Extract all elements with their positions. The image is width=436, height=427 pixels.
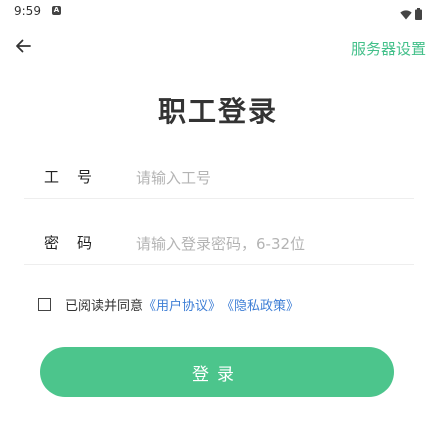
password-label: 密码: [44, 234, 111, 252]
status-bar: 9:59 A: [0, 0, 436, 24]
top-bar: 服务器设置: [0, 30, 436, 66]
status-icons: [400, 5, 422, 24]
agreement-row: 已阅读并同意 《用户协议》 《隐私政策》: [38, 292, 299, 316]
login-button[interactable]: 登录: [40, 347, 394, 397]
agreement-checkbox[interactable]: [38, 297, 51, 311]
page-title: 职工登录: [157, 95, 278, 128]
arrow-left-icon: [15, 38, 31, 57]
wifi-icon: [400, 5, 412, 24]
password-input[interactable]: [134, 228, 408, 260]
battery-icon: [415, 5, 422, 24]
employee-id-label: 工号: [44, 168, 111, 186]
status-time: 9:59: [14, 4, 41, 18]
employee-id-input[interactable]: [134, 162, 408, 194]
privacy-policy-link[interactable]: 《隐私政策》: [221, 295, 299, 314]
password-row: 密码: [24, 224, 414, 265]
employee-id-row: 工号: [24, 158, 414, 199]
agreement-prefix: 已阅读并同意: [65, 298, 144, 314]
back-button[interactable]: [12, 36, 34, 58]
notification-icon: A: [52, 6, 61, 15]
server-settings-link[interactable]: 服务器设置: [351, 38, 426, 59]
user-agreement-link[interactable]: 《用户协议》: [143, 295, 221, 314]
